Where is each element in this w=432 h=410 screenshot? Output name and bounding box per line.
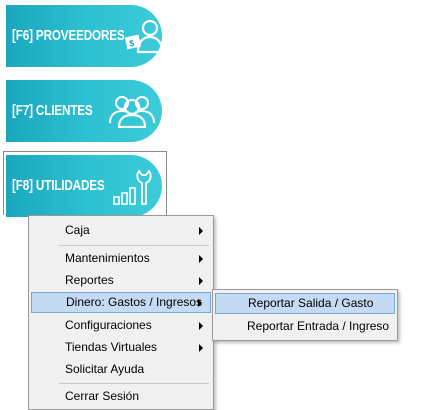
menu-item-label: Configuraciones bbox=[65, 318, 152, 332]
menu-item-label: Reportes bbox=[65, 273, 114, 287]
menu-item-label: Caja bbox=[65, 223, 90, 237]
submenu-arrow-icon bbox=[198, 299, 202, 307]
submenu-item-reportar-salida[interactable]: Reportar Salida / Gasto bbox=[215, 293, 395, 314]
menu-item-label: Mantenimientos bbox=[65, 251, 150, 265]
menu-item-solicitar-ayuda[interactable]: Solicitar Ayuda bbox=[31, 359, 211, 380]
submenu-item-reportar-entrada[interactable]: Reportar Entrada / Ingreso bbox=[215, 316, 395, 337]
utilidades-menu: Caja Mantenimientos Reportes Dinero: Gas… bbox=[28, 215, 214, 410]
submenu-arrow-icon bbox=[199, 277, 203, 285]
menu-item-reportes[interactable]: Reportes bbox=[31, 270, 211, 291]
menu-item-label: Dinero: Gastos / Ingresos bbox=[66, 295, 203, 309]
utilities-icon bbox=[113, 169, 152, 205]
submenu-item-label: Reportar Entrada / Ingreso bbox=[247, 319, 390, 333]
menu-item-configuraciones[interactable]: Configuraciones bbox=[31, 315, 211, 336]
submenu-arrow-icon bbox=[199, 227, 203, 235]
submenu-arrow-icon bbox=[199, 322, 203, 330]
proveedores-label: [F6] PROVEEDORES bbox=[12, 27, 125, 44]
menu-item-label: Tiendas Virtuales bbox=[65, 340, 158, 354]
supplier-icon: $ bbox=[124, 19, 164, 54]
menu-item-tiendas-virtuales[interactable]: Tiendas Virtuales bbox=[31, 337, 211, 358]
menu-item-caja[interactable]: Caja bbox=[31, 220, 211, 241]
clients-icon bbox=[109, 96, 155, 128]
utilidades-label: [F8] UTILIDADES bbox=[12, 177, 105, 194]
clientes-label: [F7] CLIENTES bbox=[12, 102, 93, 119]
menu-separator bbox=[59, 383, 209, 384]
menu-separator bbox=[59, 245, 209, 246]
proveedores-button[interactable]: [F6] PROVEEDORES $ bbox=[6, 5, 164, 67]
submenu-arrow-icon bbox=[199, 255, 203, 263]
submenu-item-label: Reportar Salida / Gasto bbox=[248, 296, 374, 310]
submenu-arrow-icon bbox=[199, 344, 203, 352]
utilidades-button[interactable]: [F8] UTILIDADES bbox=[6, 155, 162, 217]
clientes-button[interactable]: [F7] CLIENTES bbox=[6, 80, 162, 142]
menu-item-dinero[interactable]: Dinero: Gastos / Ingresos bbox=[31, 292, 211, 313]
menu-item-label: Solicitar Ayuda bbox=[65, 362, 145, 376]
menu-item-label: Cerrar Sesión bbox=[65, 389, 140, 403]
menu-item-mantenimientos[interactable]: Mantenimientos bbox=[31, 248, 211, 269]
dinero-submenu: Reportar Salida / Gasto Reportar Entrada… bbox=[212, 289, 398, 341]
menu-item-cerrar-sesion[interactable]: Cerrar Sesión bbox=[31, 386, 211, 407]
